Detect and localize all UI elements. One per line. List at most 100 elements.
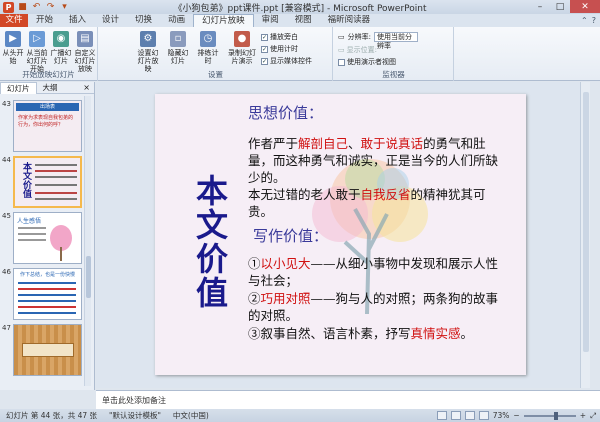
editor-scrollbar[interactable] (580, 82, 590, 388)
hide-slide-icon: ▫ (170, 31, 186, 47)
tab-slideshow[interactable]: 幻灯片放映 (193, 14, 254, 27)
tab-insert[interactable]: 插入 (61, 14, 94, 27)
slide-number: 44 (2, 156, 11, 164)
resolution-dropdown[interactable]: ▭ 分辨率: 使用当前分辨率 (338, 32, 418, 50)
thumbnail-title: 本文价值 (21, 162, 31, 198)
minimize-button[interactable]: – (530, 0, 550, 13)
language-indicator[interactable]: 中文(中国) (167, 410, 215, 421)
timer-icon: ◷ (200, 31, 216, 47)
window-controls: – □ ✕ (530, 0, 600, 13)
help-icon[interactable]: ? (592, 16, 596, 25)
zoom-slider[interactable] (523, 411, 576, 420)
group-start-slideshow: ▶ 从头开始 ▷ 从当前幻灯片开始 ◉ 广播幻灯片 ▤ 自定义幻灯片放映 开始放… (0, 27, 98, 81)
tab-file[interactable]: 文件 (0, 14, 28, 27)
presenter-view-checkbox[interactable]: 使用演示者视图 (338, 57, 396, 67)
save-icon[interactable]: ■ (17, 2, 28, 13)
list-item: ③叙事自然、语言朴素，抒写真情实感。 (248, 326, 474, 341)
tab-review[interactable]: 审阅 (254, 14, 287, 27)
show-on-dropdown[interactable]: ▭ 显示位置: (338, 45, 377, 55)
slideshow-start-icon: ▶ (5, 31, 21, 47)
group-label: 开始放映幻灯片 (22, 70, 75, 79)
ribbon-tabs: 文件 开始 插入 设计 切换 动画 幻灯片放映 审阅 视图 福昕阅读器 ⌃ ? (0, 14, 600, 27)
slide-thumbnail[interactable] (13, 324, 82, 376)
paragraph-reflection: 本无过错的老人敢于自我反省的精神犹其可贵。 (248, 187, 486, 219)
slide-thumbnail[interactable]: 作下总结，也是一份快慢 (13, 268, 82, 320)
tab-animations[interactable]: 动画 (160, 14, 193, 27)
list-item: ②巧用对照——狗与人的对照；两条狗的故事的对照。 (248, 291, 499, 323)
close-button[interactable]: ✕ (570, 0, 600, 13)
thumbnail-title: 出场表 (16, 103, 79, 111)
title-bar: P ■ ↶ ↷ ▾ 《小狗包弟》ppt课件.ppt [兼容模式] - Micro… (0, 0, 600, 14)
broadcast-icon: ◉ (53, 31, 69, 47)
scrollbar-thumb[interactable] (583, 92, 589, 352)
tab-home[interactable]: 开始 (28, 14, 61, 27)
minimize-ribbon-icon[interactable]: ⌃ (581, 16, 588, 25)
rehearse-timings-button[interactable]: ◷ 排练计时 (195, 31, 221, 65)
close-pane-icon[interactable]: × (83, 83, 94, 92)
record-icon: ● (234, 31, 250, 47)
tab-design[interactable]: 设计 (94, 14, 127, 27)
zoom-out-icon[interactable]: − (513, 411, 519, 420)
zoom-in-icon[interactable]: + (580, 411, 586, 420)
custom-show-icon: ▤ (77, 31, 93, 47)
notes-placeholder[interactable]: 单击此处添加备注 (102, 396, 166, 405)
group-monitors: ▭ 分辨率: 使用当前分辨率 ▭ 显示位置: 使用演示者视图 监视器 (334, 27, 454, 81)
maximize-button[interactable]: □ (550, 0, 570, 13)
display-icon: ▭ (338, 46, 345, 54)
setup-icon: ⚙ (140, 31, 156, 47)
paragraph-thought: 作者严于解剖自己、敢于说真话的勇气和肚量，而这种勇气和诚实，正是当今的人们所缺少… (248, 136, 499, 185)
list-item: ①以小见大——从细小事物中发现和展示人性与社会； (248, 256, 499, 288)
checkmark-icon: ✓ (261, 57, 268, 65)
pane-scrollbar[interactable] (84, 96, 91, 386)
fit-slide-icon[interactable]: ⤢ (590, 411, 596, 421)
redo-icon[interactable]: ↷ (45, 2, 56, 13)
powerpoint-logo-icon[interactable]: P (3, 1, 14, 13)
status-bar: 幻灯片 第 44 张，共 47 张 "默认设计模板" 中文(中国) 73% − … (0, 409, 600, 422)
tab-slides[interactable]: 幻灯片 (0, 81, 37, 94)
broadcast-button[interactable]: ◉ 广播幻灯片 (50, 31, 72, 65)
normal-view-icon[interactable] (436, 411, 447, 420)
thumbnail-title: 人生感悟 (17, 218, 42, 225)
theme-name: "默认设计模板" (109, 411, 161, 420)
tab-transitions[interactable]: 切换 (127, 14, 160, 27)
slide-number: 45 (2, 212, 11, 220)
group-label: 监视器 (382, 70, 405, 79)
tab-view[interactable]: 视图 (287, 14, 320, 27)
heading-writing-value: 写作价值： (253, 227, 329, 245)
record-slideshow-button[interactable]: ● 录制幻灯片演示 (225, 31, 259, 65)
zoom-slider-knob[interactable] (553, 411, 558, 420)
slide-vertical-title: 本文价值 (191, 174, 229, 310)
slideshow-current-icon: ▷ (29, 31, 45, 47)
thumbnail-text: 作家为求表现自我包弟的行为，你出何的呼？ (18, 115, 74, 128)
undo-icon[interactable]: ↶ (31, 2, 42, 13)
slideshow-view-icon[interactable] (478, 411, 489, 420)
reading-view-icon[interactable] (464, 411, 475, 420)
slide-editor: 本文价值 思想价值： 作者严于解剖自己、敢于说真话的勇气和肚量，而这种勇气和诚实… (96, 82, 590, 388)
current-slide[interactable]: 本文价值 思想价值： 作者严于解剖自己、敢于说真话的勇气和肚量，而这种勇气和诚实… (155, 94, 526, 375)
hide-slide-button[interactable]: ▫ 隐藏幻灯片 (165, 31, 191, 65)
customize-qat-icon[interactable]: ▾ (59, 2, 70, 13)
checkmark-icon: ✓ (261, 33, 268, 41)
slide-sorter-icon[interactable] (450, 411, 461, 420)
window-title: 《小狗包弟》ppt课件.ppt [兼容模式] - Microsoft Power… (173, 4, 427, 14)
custom-slideshow-button[interactable]: ▤ 自定义幻灯片放映 (73, 31, 97, 73)
tab-outline[interactable]: 大纲 (37, 82, 64, 94)
notes-pane[interactable]: 单击此处添加备注 (96, 390, 600, 409)
slide-thumbnail[interactable]: 出场表 作家为求表现自我包弟的行为，你出何的呼？ (13, 100, 82, 152)
from-current-button[interactable]: ▷ 从当前幻灯片开始 (25, 31, 49, 73)
slide-number: 46 (2, 268, 11, 276)
play-narrations-checkbox[interactable]: ✓ 播放旁白 (261, 32, 298, 42)
from-beginning-button[interactable]: ▶ 从头开始 (2, 31, 24, 65)
view-zoom-controls: 73% − + ⤢ (436, 411, 600, 421)
thumbnail-title: 作下总结，也是一份快慢 (19, 272, 75, 278)
zoom-level[interactable]: 73% (493, 411, 510, 420)
scrollbar-thumb[interactable] (86, 256, 91, 298)
show-media-controls-checkbox[interactable]: ✓ 显示媒体控件 (261, 56, 312, 66)
slide-thumbnail[interactable]: 人生感悟 (13, 212, 82, 264)
quick-access-toolbar: P ■ ↶ ↷ ▾ (0, 1, 70, 13)
use-timings-checkbox[interactable]: ✓ 使用计时 (261, 44, 298, 54)
tab-foxit[interactable]: 福昕阅读器 (320, 14, 379, 27)
setup-slideshow-button[interactable]: ⚙ 设置幻灯片放映 (135, 31, 161, 73)
pane-tabs: 幻灯片 大纲 × (0, 81, 94, 94)
slide-thumbnail-selected[interactable]: 本文价值 (13, 156, 82, 208)
